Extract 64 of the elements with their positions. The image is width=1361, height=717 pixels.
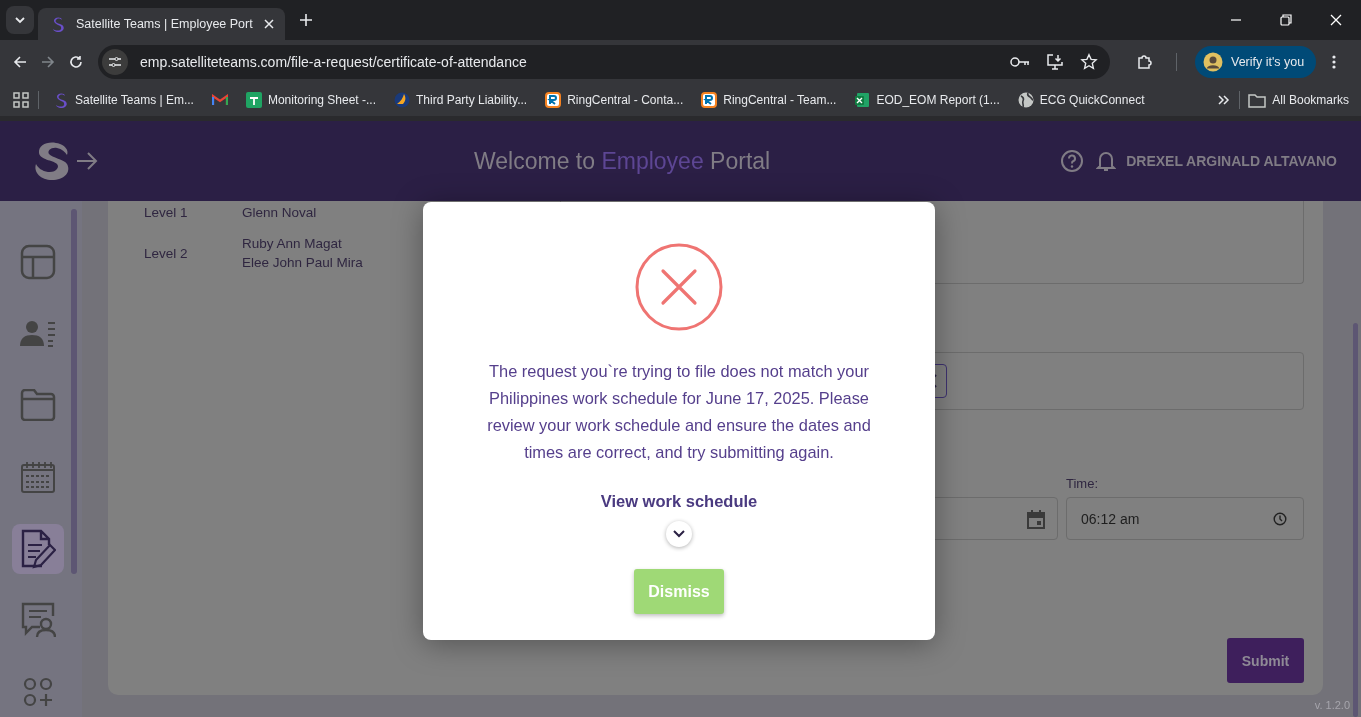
approval-level: Level 2 [144,245,189,261]
folder-icon [1248,92,1267,108]
restore-icon[interactable] [1279,13,1293,27]
approver-name: Glenn Noval [242,205,317,220]
time-field[interactable]: 06:12 am [1066,497,1304,540]
globe-icon [1017,92,1034,108]
close-tab-icon[interactable] [262,18,275,30]
swoosh-logo-icon [394,92,410,108]
address-bar[interactable]: emp.satelliteteams.com/file-a-request/certificate-of-attendance [98,45,1110,79]
more-icon[interactable] [1332,54,1337,70]
excel-icon [854,92,871,108]
site-logo-icon [50,16,66,32]
star-icon[interactable] [1080,53,1098,71]
chevron-down-icon [14,14,26,26]
scrollbar-thumb[interactable] [1353,323,1358,717]
bell-icon[interactable] [1096,150,1117,172]
field-label: Time: [1066,476,1100,491]
new-tab-icon[interactable] [298,13,313,27]
back-icon[interactable] [12,54,28,70]
bookmark[interactable] [211,94,228,106]
key-icon[interactable] [1010,55,1030,69]
spreadsheet-icon [245,92,262,108]
apps-grid-icon[interactable] [12,91,30,109]
approver-name: Elee John Paul Mira [242,255,363,270]
help-icon[interactable] [1060,149,1085,173]
bookmark[interactable]: EOD_EOM Report (1... [854,92,1000,108]
site-logo-icon [53,92,69,108]
bookmark[interactable]: Monitoring Sheet -... [245,92,376,108]
url-text: emp.satelliteteams.com/file-a-request/certificate-of-attendance [140,54,527,70]
error-icon [634,242,724,332]
approval-level: Level 1 [144,205,189,220]
bookmark[interactable]: RingCentral - Team... [701,92,837,108]
user-name[interactable]: DREXEL ARGINALD ALTAVANO [1126,153,1337,169]
r-logo-icon [545,92,562,108]
r-logo-icon [701,92,718,108]
mail-icon [211,94,228,106]
double-chevron-icon[interactable] [1217,93,1232,107]
bookmark[interactable]: RingCentral - Conta... [545,92,684,108]
clock-icon[interactable] [1273,511,1287,526]
bookmark[interactable]: ECG QuickConnect [1017,92,1145,108]
time-value: 06:12 am [1081,510,1140,527]
all-bookmarks-button[interactable]: All Bookmarks [1248,92,1349,108]
forward-icon[interactable] [40,54,56,70]
calendar-icon[interactable] [1027,508,1045,529]
browser-tab[interactable]: Satellite Teams | Employee Port [38,8,285,40]
close-icon[interactable] [1329,13,1343,27]
tab-search-button[interactable] [6,6,34,34]
bookmark[interactable]: Third Party Liability... [394,92,528,108]
install-app-icon[interactable] [1046,53,1064,71]
reload-icon[interactable] [68,54,84,70]
bookmark[interactable]: Satellite Teams | Em... [53,92,194,108]
profile-button[interactable]: Verify it's you [1195,46,1317,78]
expand-button[interactable] [666,521,692,547]
avatar-icon [1203,52,1223,72]
site-settings-icon[interactable] [102,49,128,75]
page-title: Welcome to Employee Portal [474,147,771,175]
extensions-icon[interactable] [1136,53,1154,71]
chevron-icon [673,530,685,538]
view-schedule-link[interactable]: View work schedule [600,492,758,511]
edit-document-icon[interactable] [11,523,64,574]
arrow-right-icon[interactable] [76,151,98,171]
submit-button[interactable]: Submit [1227,638,1304,683]
error-message: The request you`re trying to file does not match your Philippines work schedule for June 17, 2025. Please review your work schedule and ensure the dates and times are correct, and try submitting again. [486,361,872,463]
approver-name: Ruby Ann Magat [242,236,343,251]
